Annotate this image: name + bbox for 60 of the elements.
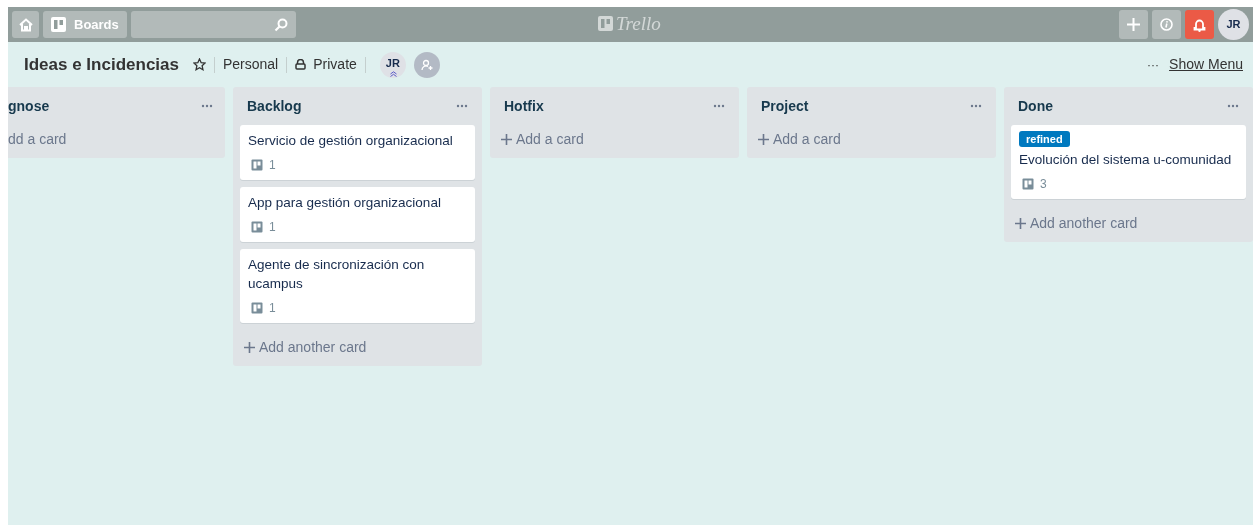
list-menu-icon[interactable]: [1227, 104, 1239, 108]
card-title: Servicio de gestión organizacional: [248, 132, 453, 150]
card[interactable]: Agente de sincronización con ucampus 1: [240, 249, 475, 323]
description-icon: [251, 302, 263, 314]
plus-icon: [1127, 18, 1140, 31]
checklist-count: 3: [1040, 176, 1047, 193]
description-icon: [251, 159, 263, 171]
member-avatar[interactable]: JR: [379, 51, 406, 78]
list-title[interactable]: Backlog: [247, 95, 302, 117]
search-field[interactable]: [130, 11, 296, 38]
info-icon: [1160, 18, 1173, 31]
visibility-button[interactable]: Private: [295, 54, 357, 75]
add-member-icon: [420, 58, 433, 71]
menu-dots-icon[interactable]: ···: [1147, 55, 1160, 74]
list-menu-icon[interactable]: [456, 104, 468, 108]
checklist-count: 1: [269, 157, 276, 174]
add-card-button[interactable]: dd a card: [8, 128, 225, 150]
logo-icon: [598, 16, 613, 31]
search-icon: [273, 17, 288, 32]
plus-icon: [1015, 217, 1026, 229]
list-menu-icon[interactable]: [713, 104, 725, 108]
list-title[interactable]: Project: [761, 95, 809, 117]
home-button[interactable]: [12, 11, 39, 38]
add-card-button[interactable]: Add another card: [233, 336, 482, 358]
card-label[interactable]: refined: [1019, 131, 1070, 147]
description-icon: [1022, 178, 1034, 190]
info-button[interactable]: [1152, 10, 1181, 39]
invite-button[interactable]: [413, 51, 440, 78]
checklist-count: 1: [269, 300, 276, 317]
add-card-button[interactable]: Add a card: [747, 128, 996, 150]
notifications-button[interactable]: [1185, 10, 1214, 39]
admin-chevron-icon: [389, 70, 397, 77]
card-title: App para gestión organizacional: [248, 194, 441, 212]
list-title[interactable]: gnose: [8, 95, 50, 117]
home-icon: [18, 17, 33, 32]
show-menu-link[interactable]: Show Menu: [1169, 54, 1243, 75]
add-card-button[interactable]: Add another card: [1004, 212, 1253, 234]
add-card-button[interactable]: Add a card: [490, 128, 739, 150]
board-title[interactable]: Ideas e Incidencias: [24, 51, 179, 78]
card[interactable]: App para gestión organizacional 1: [240, 187, 475, 242]
star-icon[interactable]: [192, 58, 206, 71]
user-avatar[interactable]: JR: [1218, 9, 1249, 40]
card-title: Agente de sincronización con ucampus: [248, 256, 426, 293]
team-button[interactable]: Personal: [222, 54, 279, 75]
list-title[interactable]: Done: [1018, 95, 1053, 117]
lock-icon: [295, 59, 307, 70]
card[interactable]: refined Evolución del sistema u-comunidad 3: [1011, 125, 1246, 199]
card[interactable]: Servicio de gestión organizacional 1: [240, 125, 475, 180]
board-icon: [51, 17, 66, 32]
plus-icon: [758, 133, 769, 145]
plus-icon: [244, 341, 255, 353]
list-menu-icon[interactable]: [201, 104, 213, 108]
checklist-count: 1: [269, 219, 276, 236]
plus-icon: [501, 133, 512, 145]
bell-icon: [1193, 17, 1206, 32]
list-menu-icon[interactable]: [970, 104, 982, 108]
add-button[interactable]: [1119, 10, 1148, 39]
list-title[interactable]: Hotfix: [504, 95, 544, 117]
card-title: Evolución del sistema u-comunidad: [1019, 151, 1232, 169]
description-icon: [251, 221, 263, 233]
